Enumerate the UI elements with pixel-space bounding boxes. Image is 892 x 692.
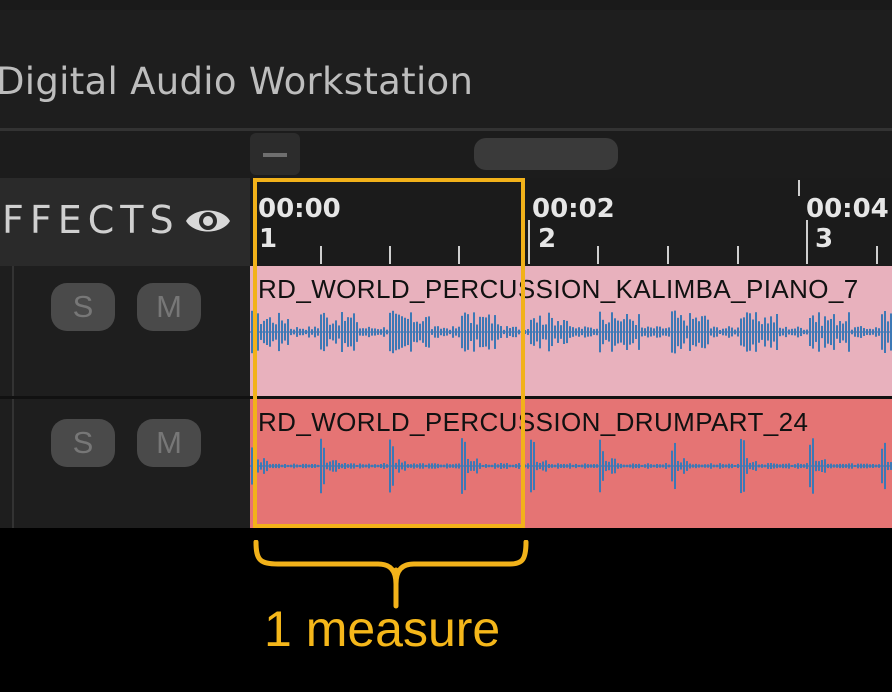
mute-button[interactable]: M <box>137 283 201 331</box>
minus-icon <box>263 153 287 157</box>
app-title: Digital Audio Workstation <box>0 60 474 103</box>
measure-annotation-label: 1 measure <box>264 601 501 657</box>
ruler-bar-tick <box>798 180 800 196</box>
ruler-time-label: 00:04 <box>806 194 889 224</box>
track-header <box>0 266 250 396</box>
mute-button[interactable]: M <box>137 419 201 467</box>
horizontal-scroll-row <box>0 131 892 178</box>
ruler-beat-tick <box>876 246 878 264</box>
ruler-time-label: 00:02 <box>532 194 615 224</box>
track-header <box>0 399 250 528</box>
ruler-beat-tick <box>667 246 669 264</box>
ruler-bar-tick <box>528 220 530 264</box>
solo-button[interactable]: S <box>51 283 115 331</box>
eye-icon[interactable] <box>184 203 232 239</box>
effects-label: FFECTS <box>2 198 180 242</box>
measure-highlight-box <box>253 178 525 528</box>
ruler-beat-tick <box>737 246 739 264</box>
horizontal-scrollbar-thumb[interactable] <box>474 138 618 170</box>
title-bar: Digital Audio Workstation <box>0 10 892 130</box>
solo-button[interactable]: S <box>51 419 115 467</box>
ruler-bar-tick <box>806 220 808 264</box>
ruler-bar-label: 3 <box>815 224 834 254</box>
ruler-beat-tick <box>597 246 599 264</box>
ruler-bar-label: 2 <box>538 224 557 254</box>
collapse-button[interactable] <box>250 133 300 175</box>
